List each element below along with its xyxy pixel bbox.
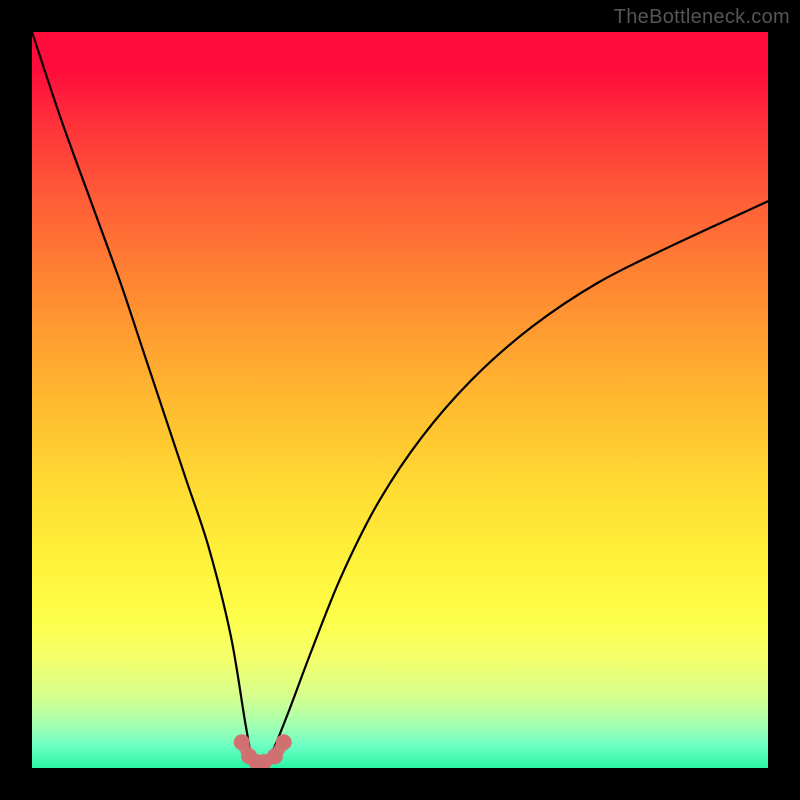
trough-marker-dot [267, 748, 283, 764]
plot-area [32, 32, 768, 768]
chart-frame: TheBottleneck.com [0, 0, 800, 800]
curve-layer [32, 32, 768, 768]
trough-marker-dot [234, 734, 250, 750]
trough-marker-dot [276, 734, 292, 750]
bottleneck-curve-path [32, 32, 768, 768]
watermark-text: TheBottleneck.com [614, 6, 790, 29]
